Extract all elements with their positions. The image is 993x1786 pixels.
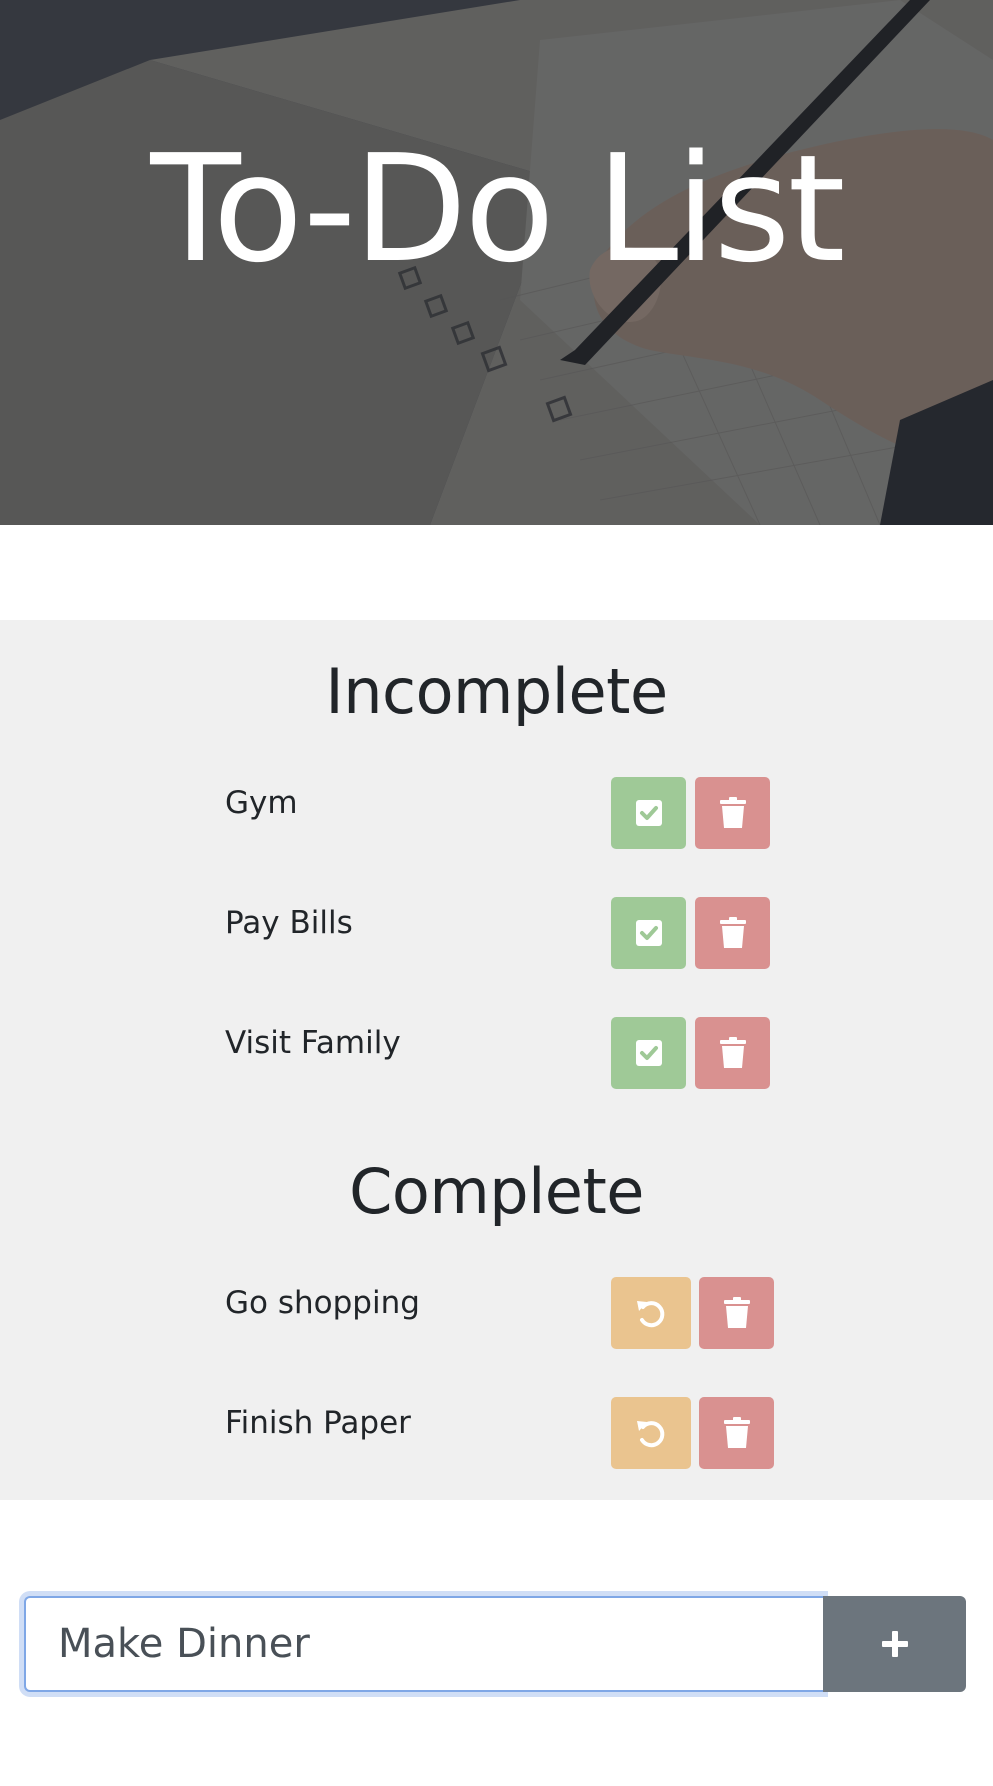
check-square-icon bbox=[635, 800, 662, 826]
incomplete-item: Visit Family bbox=[225, 1017, 785, 1089]
hero-banner: To-Do List bbox=[0, 0, 993, 525]
incomplete-item: Pay Bills bbox=[225, 897, 785, 969]
undo-button[interactable] bbox=[611, 1397, 691, 1469]
complete-item: Finish Paper bbox=[225, 1397, 785, 1469]
delete-button[interactable] bbox=[695, 897, 770, 969]
todo-label: Finish Paper bbox=[225, 1405, 411, 1441]
add-task-form bbox=[24, 1596, 966, 1692]
trash-icon bbox=[719, 797, 746, 828]
complete-button[interactable] bbox=[611, 777, 686, 849]
complete-heading: Complete bbox=[349, 1155, 644, 1228]
todo-label: Pay Bills bbox=[225, 905, 353, 941]
complete-item: Go shopping bbox=[225, 1277, 785, 1349]
trash-icon bbox=[719, 1037, 746, 1068]
todo-label: Gym bbox=[225, 785, 298, 821]
delete-button[interactable] bbox=[699, 1277, 774, 1349]
todo-label: Visit Family bbox=[225, 1025, 401, 1061]
todo-lists-section: Incomplete Gym Pay Bills Visit Family Co… bbox=[0, 620, 993, 1500]
add-task-button[interactable] bbox=[823, 1596, 966, 1692]
trash-icon bbox=[723, 1297, 750, 1328]
check-square-icon bbox=[635, 920, 662, 946]
incomplete-item: Gym bbox=[225, 777, 785, 849]
page-title: To-Do List bbox=[150, 123, 845, 295]
delete-button[interactable] bbox=[695, 1017, 770, 1089]
trash-icon bbox=[723, 1417, 750, 1448]
complete-button[interactable] bbox=[611, 1017, 686, 1089]
undo-icon bbox=[637, 1421, 665, 1448]
delete-button[interactable] bbox=[695, 777, 770, 849]
todo-label: Go shopping bbox=[225, 1285, 420, 1321]
delete-button[interactable] bbox=[699, 1397, 774, 1469]
undo-icon bbox=[637, 1301, 665, 1328]
new-task-input[interactable] bbox=[24, 1596, 823, 1692]
check-square-icon bbox=[635, 1040, 662, 1066]
complete-button[interactable] bbox=[611, 897, 686, 969]
undo-button[interactable] bbox=[611, 1277, 691, 1349]
trash-icon bbox=[719, 917, 746, 948]
incomplete-heading: Incomplete bbox=[325, 655, 668, 728]
plus-icon bbox=[881, 1631, 908, 1657]
